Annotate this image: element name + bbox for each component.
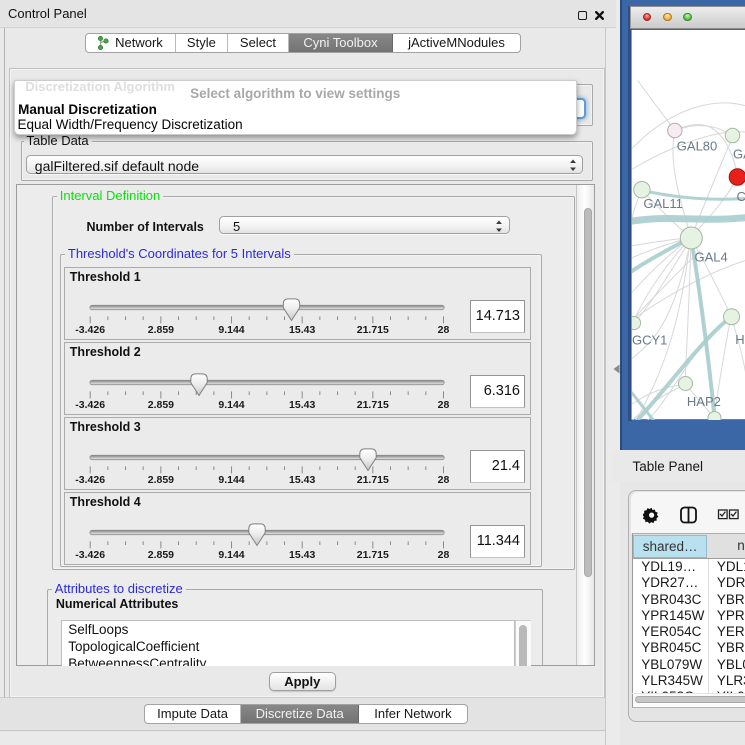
svg-text:C: C	[737, 189, 745, 204]
svg-text:HAP2: HAP2	[687, 394, 721, 409]
svg-text:GCY1: GCY1	[632, 332, 667, 347]
svg-text:GAL80: GAL80	[677, 138, 717, 153]
svg-text:GA: GA	[733, 146, 745, 161]
svg-text:H: H	[735, 332, 744, 347]
svg-text:GAL11: GAL11	[643, 196, 683, 211]
svg-text:GAL4: GAL4	[695, 249, 728, 264]
